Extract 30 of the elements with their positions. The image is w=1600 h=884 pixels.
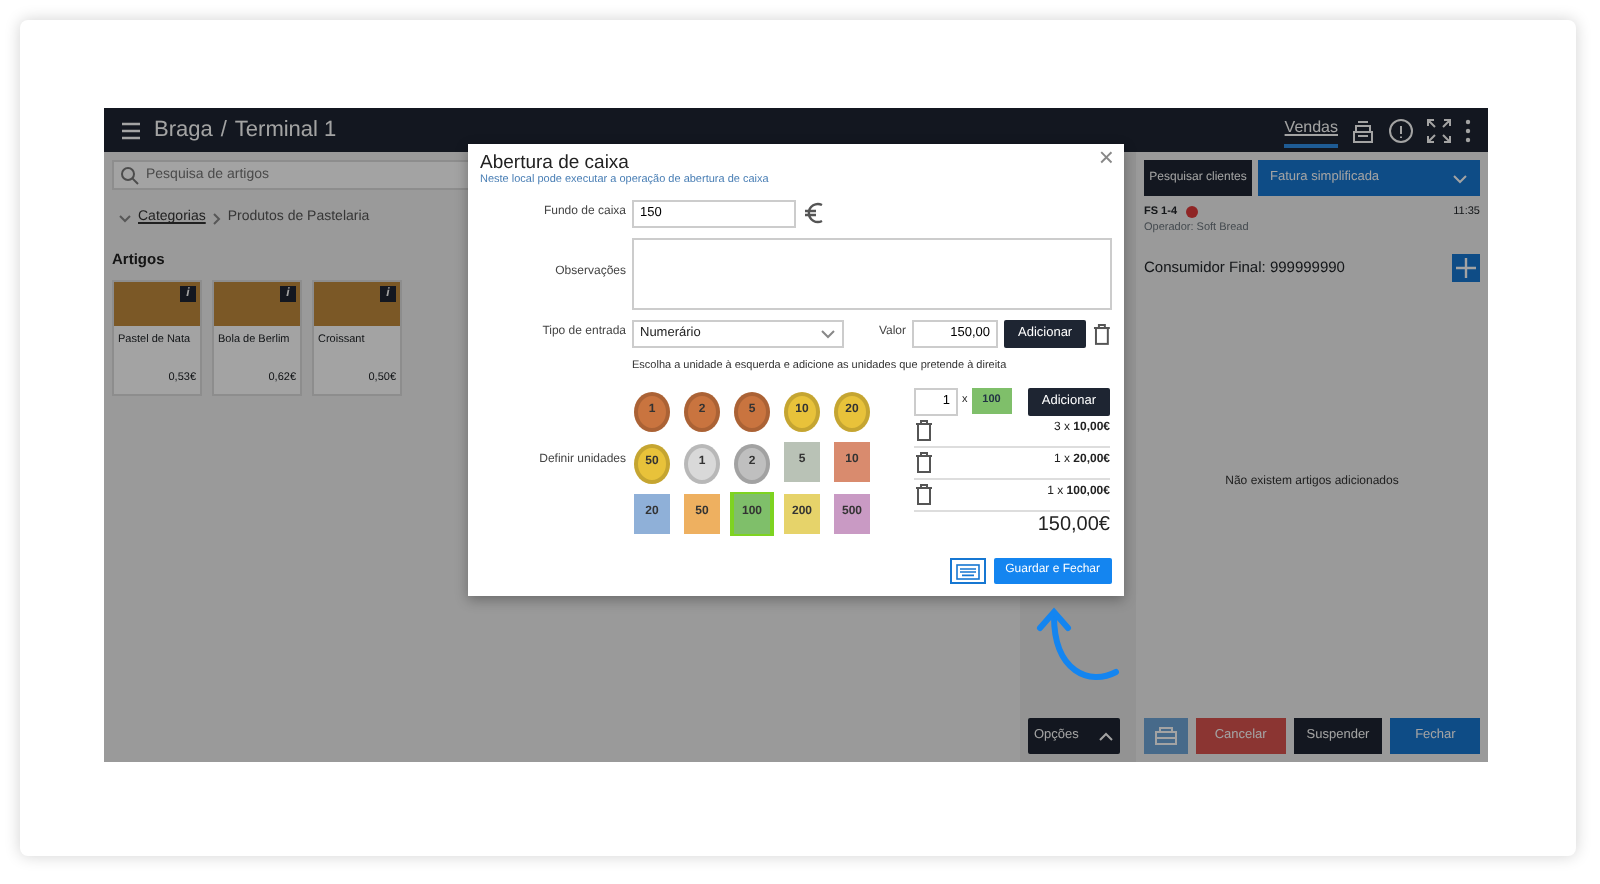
- nav-tab[interactable]: Vendas: [1284, 112, 1338, 148]
- keyboard-icon: [955, 563, 980, 579]
- total-amount: 150,00€: [1035, 513, 1110, 538]
- modal-title: Abertura de caixa: [480, 152, 629, 174]
- trash-icon[interactable]: [914, 450, 934, 475]
- more-icon[interactable]: [1464, 117, 1472, 143]
- fullscreen-icon[interactable]: [1426, 117, 1452, 143]
- chevron-up-icon: [1098, 729, 1114, 743]
- status-dot-icon: [1185, 206, 1198, 219]
- add-customer-button[interactable]: [1452, 253, 1480, 281]
- trash-icon[interactable]: [1092, 321, 1112, 346]
- trash-icon[interactable]: [914, 418, 934, 443]
- chevron-down-icon: [820, 327, 836, 340]
- photo-placeholder: [214, 281, 300, 325]
- cash-register-icon[interactable]: [1350, 117, 1376, 143]
- menu-icon[interactable]: [120, 119, 142, 141]
- photo-placeholder: [114, 281, 200, 325]
- breadcrumb-separator: /: [220, 115, 227, 146]
- location-name: Braga: [154, 115, 213, 146]
- chevron-right-icon: [211, 211, 222, 226]
- chevron-down-icon: [1452, 171, 1468, 185]
- close-button[interactable]: ×: [1098, 144, 1114, 170]
- euro-icon: [802, 200, 826, 227]
- trash-icon[interactable]: [914, 482, 934, 507]
- photo-placeholder: [314, 281, 400, 325]
- keyboard-button[interactable]: [949, 558, 986, 584]
- plus-icon: [1456, 257, 1476, 277]
- cash-drawer-icon: [1154, 724, 1178, 748]
- chevron-down-icon[interactable]: [118, 212, 132, 225]
- terminal-name: Terminal 1: [234, 115, 337, 146]
